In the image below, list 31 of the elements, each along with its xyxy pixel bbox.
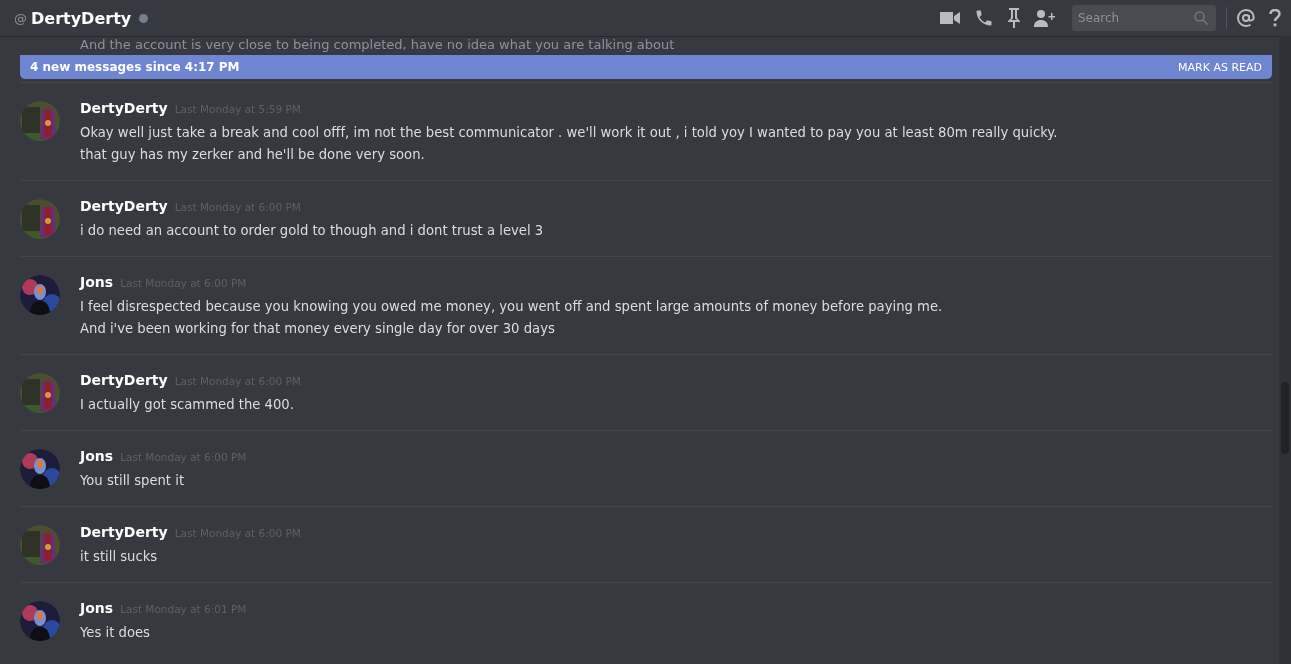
message-text: it still sucks (80, 548, 159, 566)
message-text: And the account is very close to being completed, have no idea what you are talking about (80, 37, 675, 53)
video-camera-icon[interactable] (940, 11, 960, 25)
add-friend-icon[interactable] (1034, 9, 1056, 27)
username[interactable]: DertyDerty (80, 524, 168, 540)
search-field[interactable]: Search (1072, 5, 1216, 31)
username[interactable]: Jons (80, 600, 114, 616)
channel-title: DertyDerty (31, 8, 132, 28)
username[interactable]: Jons (80, 448, 114, 464)
message-text: i do need an account to order gold to though and i dont trust a level 3 (80, 222, 544, 240)
username[interactable]: Jons (80, 274, 114, 290)
message-text: And i've been working for that money every single day for over 30 days (80, 320, 556, 338)
mention-icon[interactable] (1237, 9, 1255, 27)
username[interactable]: DertyDerty (80, 100, 168, 116)
phone-icon[interactable] (974, 8, 994, 28)
new-messages-text: 4 new messages since 4:17 PM (30, 60, 240, 74)
mark-as-read-button[interactable]: MARK AS READ (1178, 60, 1262, 74)
search-icon (1194, 11, 1208, 25)
message-text: Okay well just take a break and cool offf, im not the best communicator . we'll work it out , i told yoy I wanted to pay you at least 80m really quicky. (80, 124, 1058, 142)
username[interactable]: DertyDerty (80, 198, 168, 214)
message-text: I feel disrespected because you knowing you owed me money, you went off and spent large amounts of money before paying me. (80, 298, 943, 316)
username[interactable]: DertyDerty (80, 372, 168, 388)
message-text: that guy has my zerker and he'll be done very soon. (80, 146, 426, 164)
message-text: You still spent it (80, 472, 186, 490)
at-sign: @ (14, 10, 27, 26)
message-text: Yes it does (80, 624, 151, 642)
pin-icon[interactable] (1008, 8, 1020, 28)
new-messages-bar[interactable]: 4 new messages since 4:17 PM MARK AS READ (20, 55, 1272, 79)
help-icon[interactable] (1269, 9, 1281, 27)
status-dot (139, 13, 149, 23)
message-text: I actually got scammed the 400. (80, 396, 295, 414)
